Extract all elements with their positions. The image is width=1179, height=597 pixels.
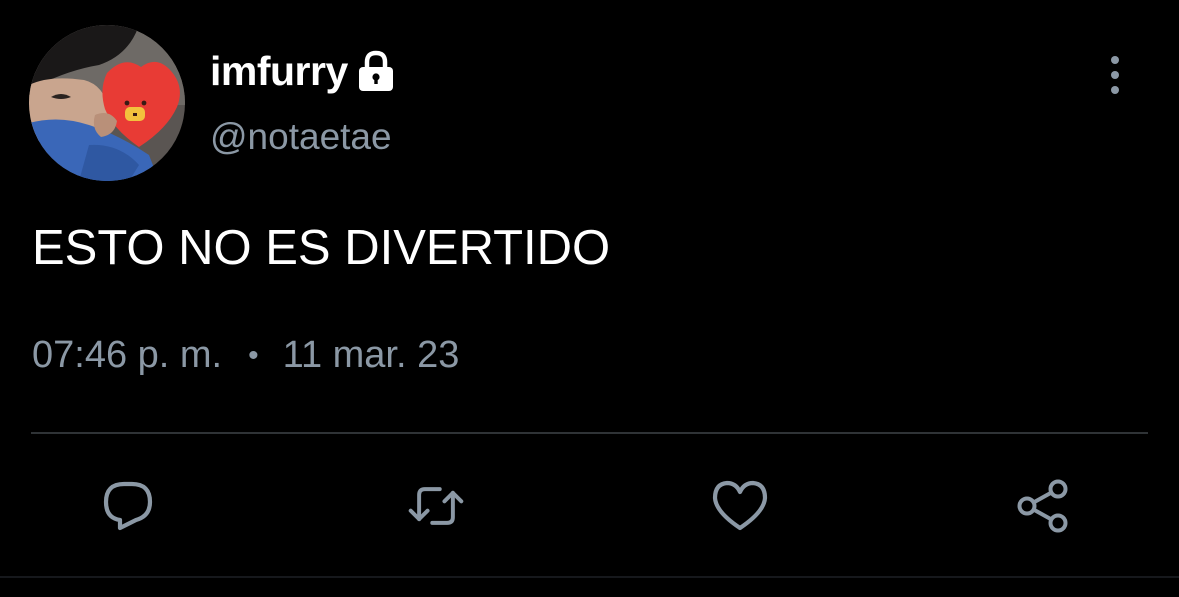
tweet-date: 11 mar. 23 — [282, 334, 460, 376]
retweet-icon — [408, 487, 464, 525]
display-name-text: imfurry — [210, 47, 348, 94]
tweet-time: 07:46 p. m. — [32, 334, 223, 376]
share-button[interactable] — [1013, 478, 1073, 534]
share-icon — [1017, 479, 1068, 533]
author-handle[interactable]: @notaetae — [210, 116, 392, 158]
reply-button[interactable] — [98, 478, 158, 534]
meta-separator: • — [248, 338, 259, 372]
avatar-photo — [29, 25, 185, 181]
tweet-timestamp: 07:46 p. m. • 11 mar. 23 — [32, 334, 459, 377]
reply-icon — [103, 481, 153, 531]
tweet-text: ESTO NO ES DIVERTIDO — [32, 221, 611, 275]
divider — [31, 432, 1148, 434]
like-icon — [712, 480, 768, 531]
lock-icon — [356, 49, 396, 93]
more-vertical-icon[interactable] — [1100, 54, 1130, 96]
author-display-name[interactable]: imfurry — [210, 44, 396, 98]
avatar[interactable] — [29, 25, 185, 181]
retweet-button[interactable] — [406, 478, 466, 534]
bottom-divider — [0, 576, 1179, 578]
like-button[interactable] — [710, 478, 770, 534]
